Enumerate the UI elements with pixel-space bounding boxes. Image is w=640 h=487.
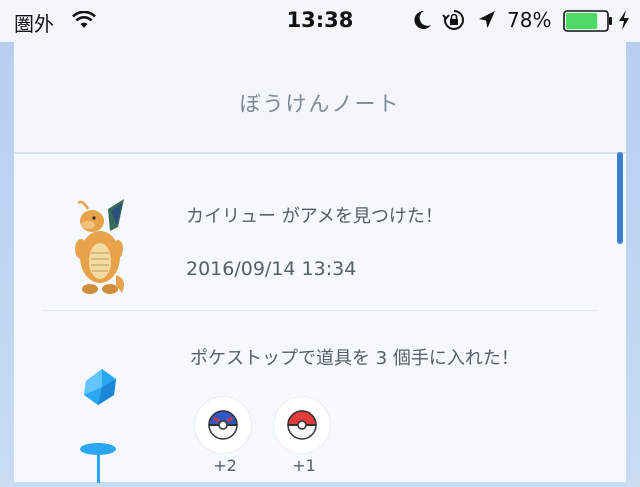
left-edge [0, 0, 14, 472]
battery-percent: 78% [507, 8, 552, 32]
right-edge [626, 0, 640, 472]
item-reward: +2 [195, 397, 255, 475]
item-reward: +1 [274, 397, 334, 475]
journal-list[interactable]: カイリュー がアメを見つけた！ 2016/09/14 13:34 ポケストップで… [14, 154, 626, 483]
location-icon [478, 10, 496, 34]
item-count: +2 [213, 456, 237, 475]
dragonite-image [66, 197, 130, 301]
poke-ball-icon [274, 397, 330, 453]
item-count: +1 [292, 456, 316, 475]
entry-message: カイリュー がアメを見つけた！ [186, 206, 443, 227]
page-title: ぼうけんノート [239, 92, 401, 116]
entry-message: ポケストップで道具を 3 個手に入れた！ [190, 348, 519, 369]
charging-icon [618, 9, 630, 35]
list-item[interactable]: カイリュー がアメを見つけた！ 2016/09/14 13:34 [14, 154, 626, 311]
moon-icon [414, 10, 432, 34]
journal-header: ぼうけんノート [14, 42, 626, 154]
entry-timestamp: 2016/09/14 13:34 [186, 258, 357, 280]
great-ball-icon [195, 397, 251, 453]
status-bar: 圏外 13:38 78% [0, 0, 640, 42]
rotation-lock-icon [442, 9, 466, 35]
pokestop-image [78, 363, 122, 487]
divider [42, 310, 598, 311]
battery-icon [563, 10, 613, 36]
scrollbar[interactable] [617, 152, 623, 244]
journal-card: ぼうけんノート カイリュー がアメを見つけた！ 2016/09/14 13:34… [14, 42, 626, 483]
